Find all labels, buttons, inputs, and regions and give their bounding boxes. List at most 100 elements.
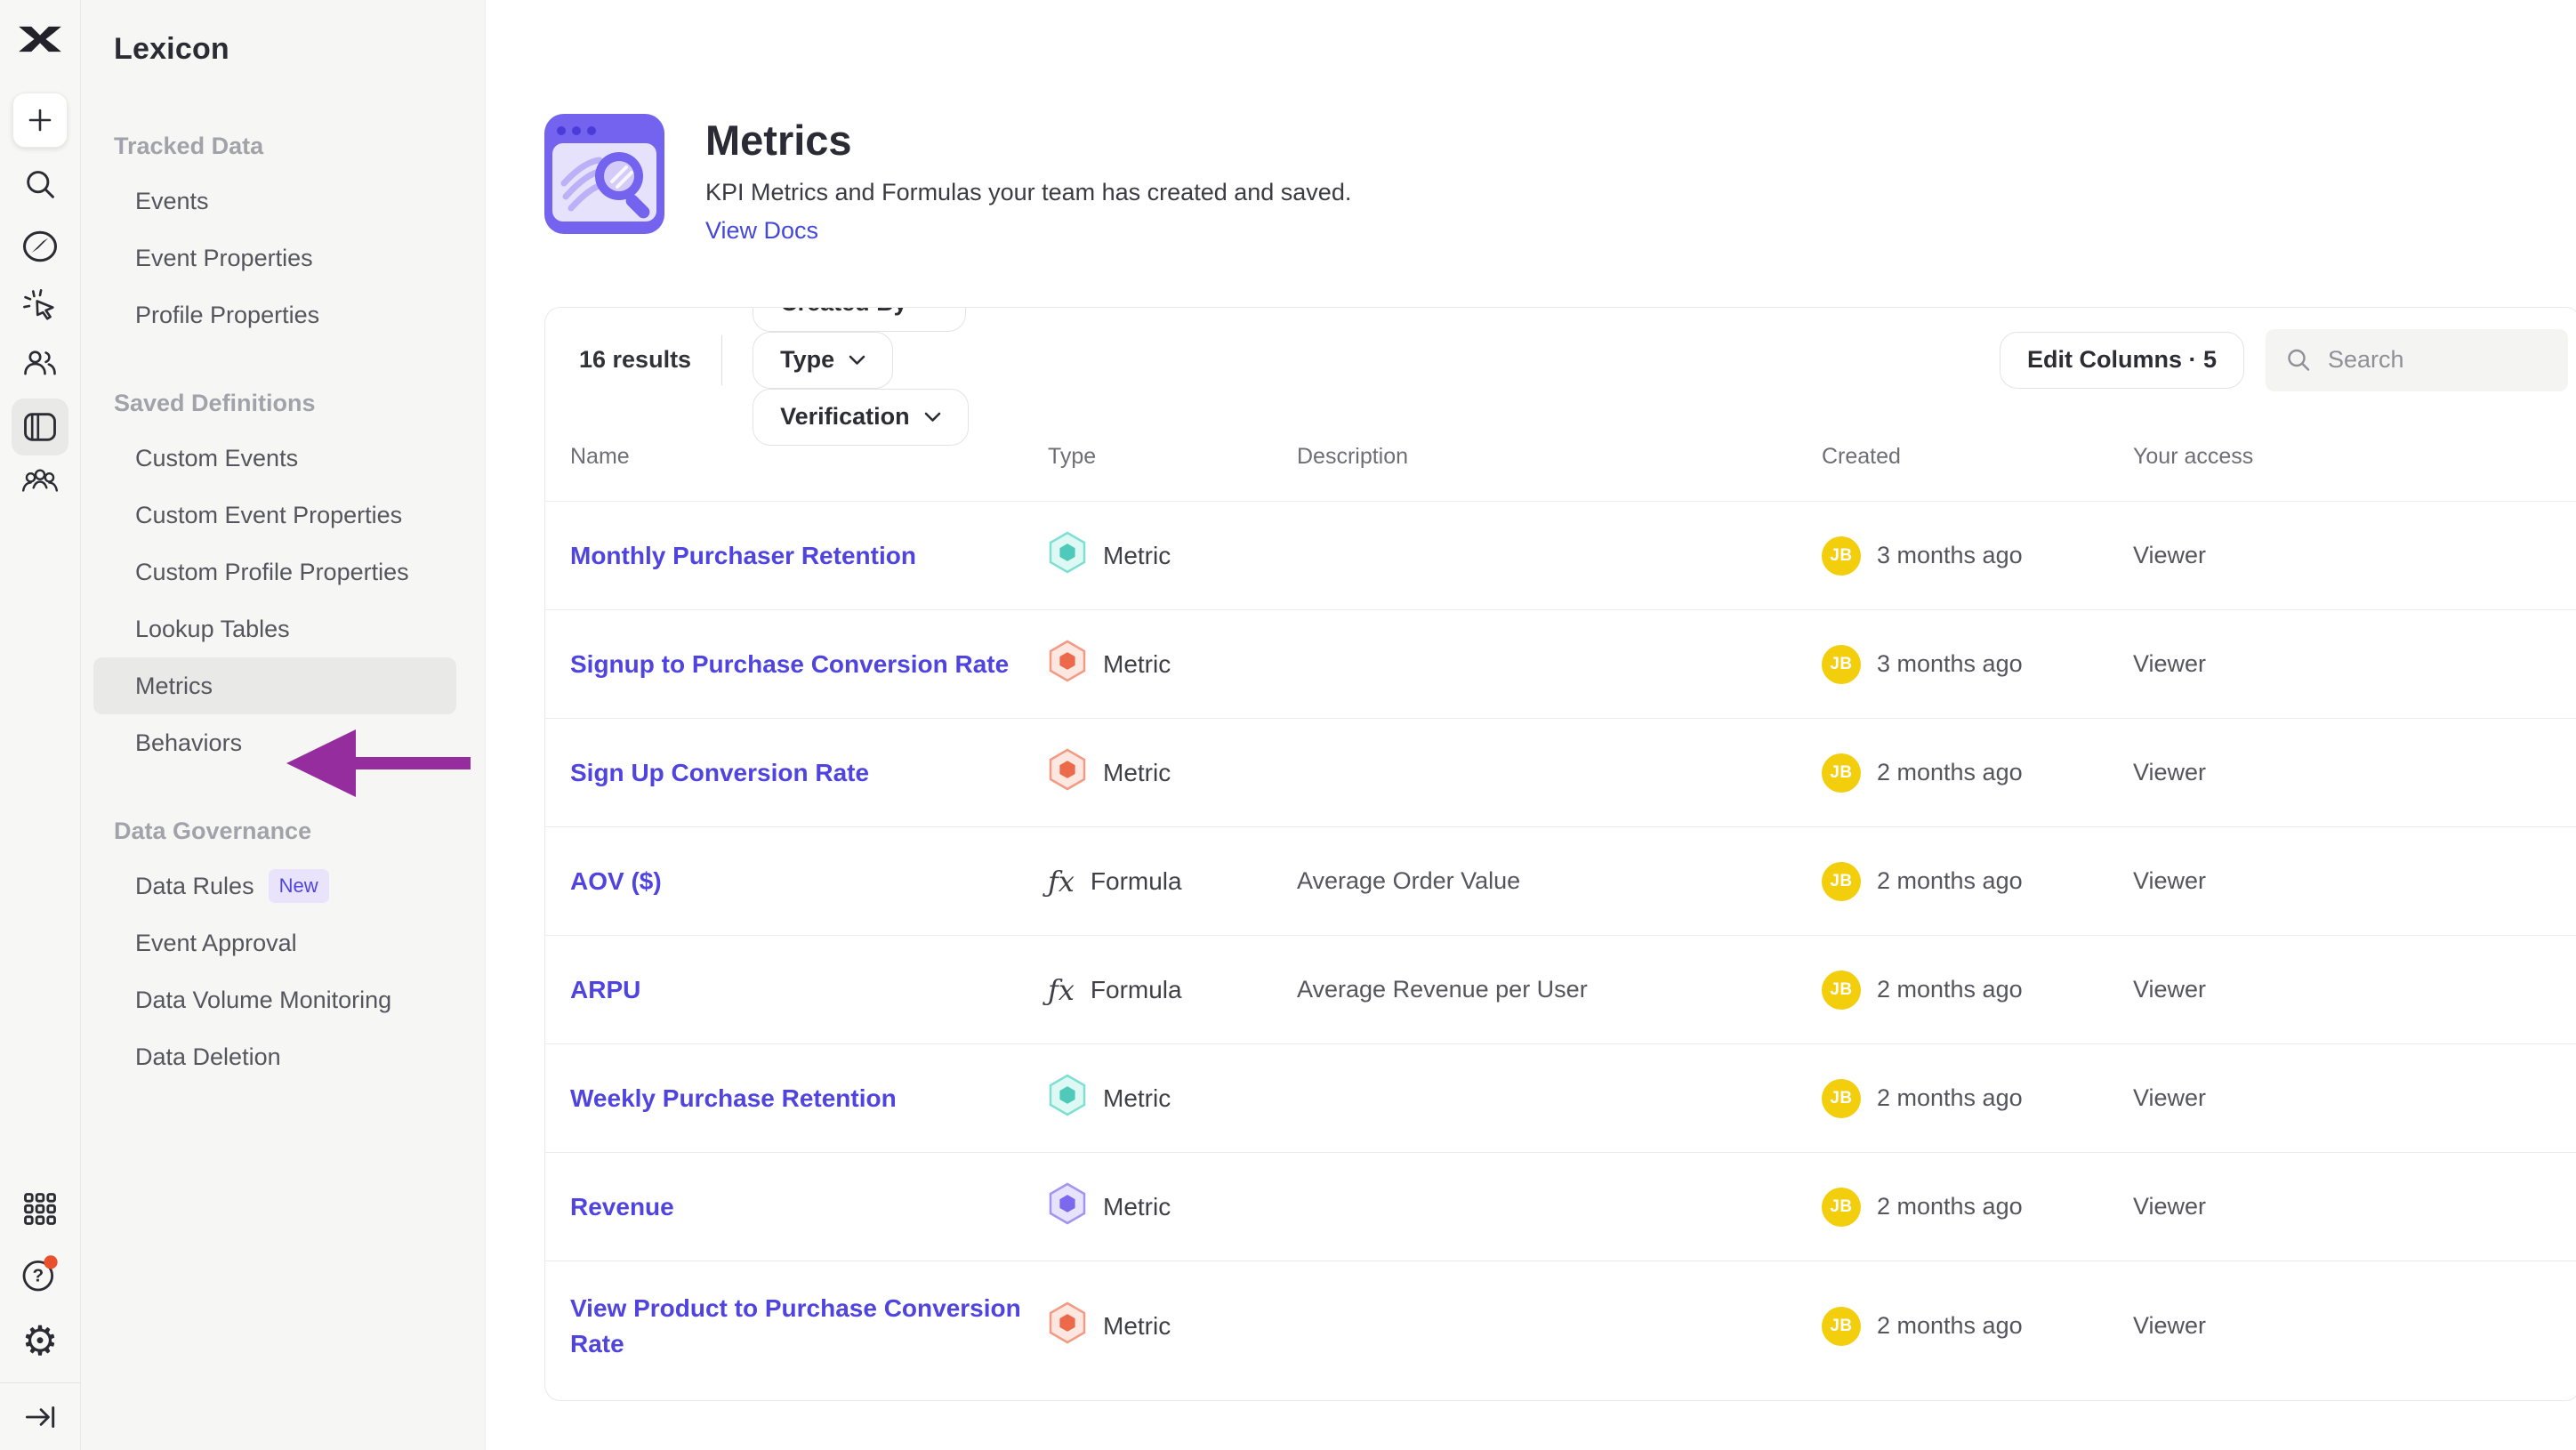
table-body: Monthly Purchaser Retention Metric JB 3 …: [545, 501, 2576, 1390]
access-cell: Viewer: [2133, 976, 2576, 1003]
sidebar-item-data-volume-monitoring[interactable]: Data Volume Monitoring: [114, 971, 485, 1028]
cohorts-icon[interactable]: [20, 461, 60, 502]
access-cell: Viewer: [2133, 759, 2576, 786]
created-cell: JB 3 months ago: [1822, 536, 2133, 576]
sidebar-section: Data Governance Data RulesNewEvent Approv…: [114, 818, 485, 1085]
metric-hexagon-icon: [1048, 640, 1087, 682]
created-cell: JB 2 months ago: [1822, 971, 2133, 1010]
users-icon[interactable]: [20, 343, 60, 383]
description-cell: Average Order Value: [1297, 867, 1822, 895]
table-row: Revenue Metric JB 2 months ago Viewer: [545, 1152, 2576, 1261]
help-icon[interactable]: ?: [19, 1253, 61, 1295]
sidebar-item-event-approval[interactable]: Event Approval: [114, 914, 485, 971]
metric-name-link[interactable]: Revenue: [570, 1193, 674, 1220]
sidebar-item-events[interactable]: Events: [114, 173, 485, 230]
sidebar-title: Lexicon: [114, 32, 485, 67]
sidebar-item-lookup-tables[interactable]: Lookup Tables: [114, 600, 485, 657]
created-cell: JB 2 months ago: [1822, 1307, 2133, 1346]
search-input[interactable]: [2326, 345, 2531, 375]
mixpanel-logo[interactable]: [17, 23, 63, 55]
type-cell: Metric: [1048, 1074, 1297, 1123]
avatar: JB: [1822, 862, 1861, 901]
metric-name-link[interactable]: View Product to Purchase Conversion Rate: [570, 1294, 1021, 1357]
avatar: JB: [1822, 1307, 1861, 1346]
page-header: Metrics KPI Metrics and Formulas your te…: [544, 114, 1351, 245]
sidebar-item-data-deletion[interactable]: Data Deletion: [114, 1028, 485, 1085]
metric-name-link[interactable]: Monthly Purchaser Retention: [570, 542, 916, 569]
table-toolbar: 16 results Created By Type Verification …: [545, 308, 2576, 412]
search-icon[interactable]: [22, 167, 58, 203]
table-row: Signup to Purchase Conversion Rate Metri…: [545, 609, 2576, 718]
sidebar-item-custom-events[interactable]: Custom Events: [114, 430, 485, 487]
created-cell: JB 3 months ago: [1822, 645, 2133, 684]
section-label: Data Governance: [114, 818, 485, 845]
metric-name-link[interactable]: Weekly Purchase Retention: [570, 1084, 897, 1112]
formula-fx-icon: ƒx: [1048, 973, 1075, 1007]
table-row: Monthly Purchaser Retention Metric JB 3 …: [545, 501, 2576, 609]
formula-fx-icon: ƒx: [1048, 865, 1075, 898]
event-stream-icon[interactable]: [20, 286, 60, 326]
access-cell: Viewer: [2133, 1193, 2576, 1220]
chevron-down-icon: [849, 355, 865, 366]
section-label: Saved Definitions: [114, 390, 485, 417]
table-row: AOV ($) ƒx Formula Average Order Value J…: [545, 826, 2576, 935]
type-cell: Metric: [1048, 1182, 1297, 1231]
metric-name-link[interactable]: Signup to Purchase Conversion Rate: [570, 650, 1009, 678]
col-description: Description: [1297, 444, 1822, 470]
lexicon-panel-icon[interactable]: [12, 399, 68, 455]
view-docs-link[interactable]: View Docs: [705, 217, 818, 245]
notification-dot: [44, 1255, 57, 1269]
metric-hexagon-icon: [1048, 1301, 1087, 1344]
avatar: JB: [1822, 1188, 1861, 1227]
type-cell: ƒx Formula: [1048, 865, 1297, 898]
sidebar-item-profile-properties[interactable]: Profile Properties: [114, 286, 485, 343]
metric-hexagon-icon: [1048, 531, 1087, 574]
section-label: Tracked Data: [114, 133, 485, 160]
metric-name-link[interactable]: ARPU: [570, 976, 640, 1003]
metrics-page-icon: [544, 114, 664, 234]
table-row: Sign Up Conversion Rate Metric JB 2 mont…: [545, 718, 2576, 826]
access-cell: Viewer: [2133, 1312, 2576, 1340]
avatar: JB: [1822, 536, 1861, 576]
chevron-down-icon: [924, 412, 941, 423]
lexicon-sidebar: Lexicon Tracked Data EventsEvent Properti…: [81, 0, 486, 1450]
avatar: JB: [1822, 645, 1861, 684]
table-row: ARPU ƒx Formula Average Revenue per User…: [545, 935, 2576, 1043]
sidebar-item-custom-profile-properties[interactable]: Custom Profile Properties: [114, 544, 485, 600]
col-name: Name: [545, 444, 1048, 470]
apps-grid-icon[interactable]: [20, 1189, 60, 1228]
settings-gear-icon[interactable]: ⚙: [21, 1320, 58, 1361]
access-cell: Viewer: [2133, 1084, 2576, 1112]
svg-text:?: ?: [32, 1266, 44, 1286]
created-cell: JB 2 months ago: [1822, 1079, 2133, 1118]
toolbar-divider: [721, 335, 722, 385]
sidebar-item-custom-event-properties[interactable]: Custom Event Properties: [114, 487, 485, 544]
chevron-down-icon: [922, 307, 938, 309]
sidebar-sections: Tracked Data EventsEvent PropertiesProfil…: [114, 133, 485, 1085]
compass-icon[interactable]: [21, 228, 59, 265]
metric-hexagon-icon: [1048, 748, 1087, 791]
search-box[interactable]: [2266, 329, 2568, 391]
type-cell: Metric: [1048, 640, 1297, 689]
metrics-table-card: 16 results Created By Type Verification …: [544, 307, 2576, 1401]
metric-name-link[interactable]: Sign Up Conversion Rate: [570, 759, 869, 786]
collapse-icon[interactable]: [21, 1398, 59, 1436]
sidebar-item-metrics[interactable]: Metrics: [93, 657, 456, 714]
edit-columns-button[interactable]: Edit Columns · 5: [2000, 332, 2244, 389]
avatar: JB: [1822, 971, 1861, 1010]
access-cell: Viewer: [2133, 650, 2576, 678]
add-button[interactable]: [12, 93, 68, 148]
filter-created-by[interactable]: Created By: [753, 307, 966, 332]
sidebar-item-behaviors[interactable]: Behaviors: [114, 714, 485, 771]
filter-verification[interactable]: Verification: [753, 389, 969, 446]
metric-hexagon-icon: [1048, 1074, 1087, 1116]
col-type: Type: [1048, 444, 1297, 470]
col-created: Created: [1822, 444, 2133, 470]
sidebar-item-data-rules[interactable]: Data RulesNew: [114, 858, 485, 914]
type-cell: Metric: [1048, 1301, 1297, 1350]
table-row: Weekly Purchase Retention Metric JB 2 mo…: [545, 1043, 2576, 1152]
avatar: JB: [1822, 1079, 1861, 1118]
sidebar-item-event-properties[interactable]: Event Properties: [114, 230, 485, 286]
metric-name-link[interactable]: AOV ($): [570, 867, 662, 895]
filter-type[interactable]: Type: [753, 332, 893, 389]
